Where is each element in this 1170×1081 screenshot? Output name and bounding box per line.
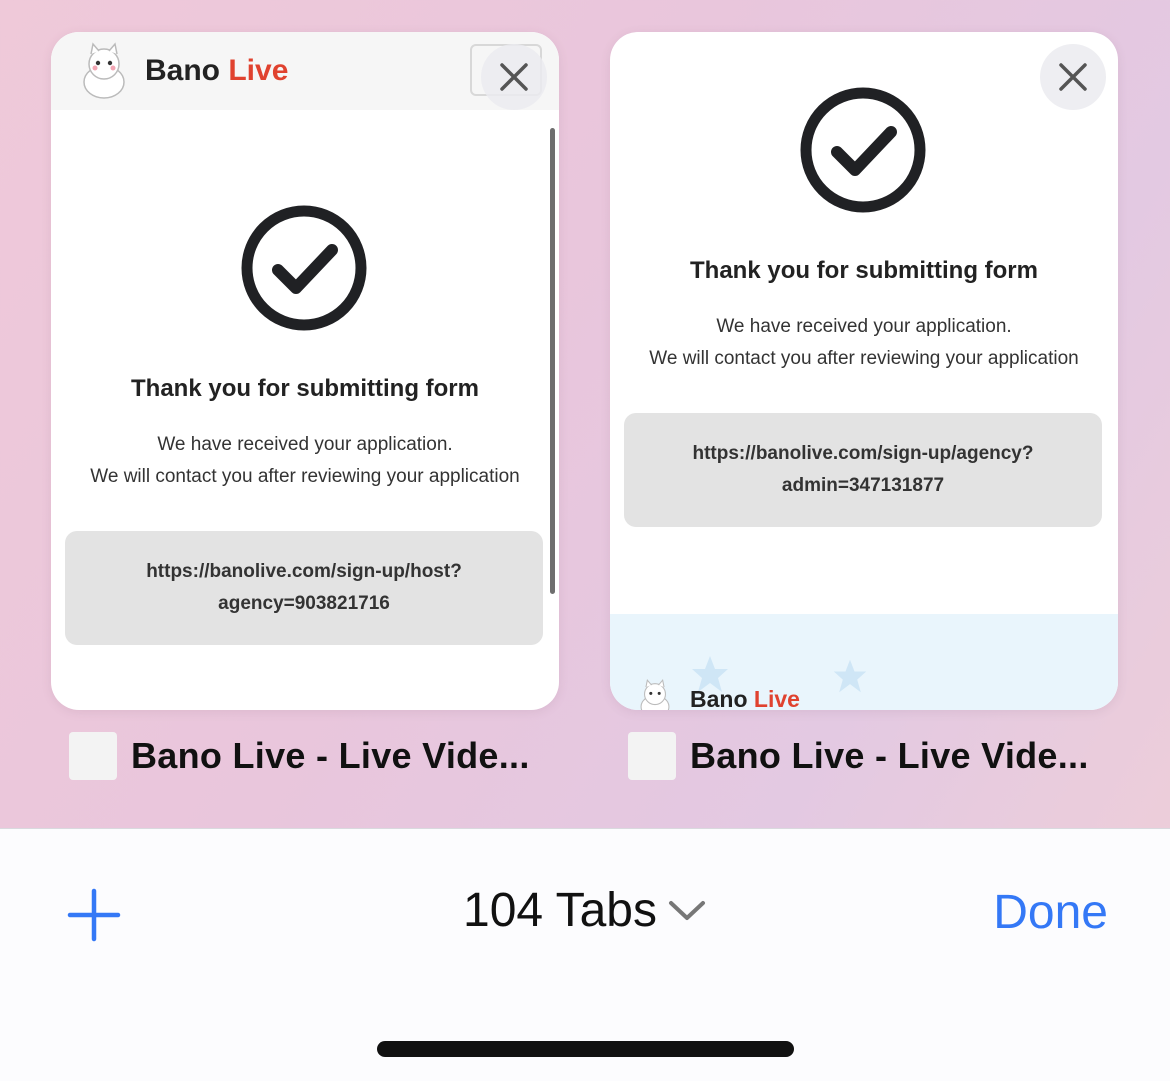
confirmation-heading: Thank you for submitting form [131, 375, 479, 402]
site-logo-text: Bano Live [145, 54, 288, 88]
close-icon [500, 63, 528, 91]
checkmark-circle-icon [241, 205, 367, 331]
site-name-accent: Live [228, 54, 289, 87]
tab-card-1[interactable]: Bano Live Thank you for submitting form … [51, 32, 559, 710]
link-text: https://banolive.com/sign-up/agency? [692, 443, 1034, 464]
tab-switcher-toolbar: 104 Tabs Done [0, 828, 1170, 1081]
message-line: We will contact you after reviewing your… [649, 348, 1079, 369]
tab-label-1[interactable]: Bano Live - Live Vide... [69, 730, 530, 782]
link-text: agency=903821716 [218, 593, 390, 614]
link-text: admin=347131877 [781, 475, 945, 496]
tab-title: Bano Live - Live Vide... [690, 735, 1089, 776]
message-line: We have received your application. [157, 434, 453, 455]
tab-card-2[interactable]: Thank you for submitting form We have re… [610, 32, 1118, 710]
home-indicator [377, 1041, 794, 1057]
cat-logo-icon [640, 679, 670, 710]
tab-title: Bano Live - Live Vide... [131, 735, 530, 776]
link-box: https://banolive.com/sign-up/agency? adm… [624, 413, 1102, 527]
close-tab-button[interactable] [481, 44, 547, 110]
footer-logo-text: Bano Live [690, 686, 800, 710]
message-line: We will contact you after reviewing your… [90, 466, 520, 487]
favicon-icon [628, 732, 676, 780]
favicon-icon [69, 732, 117, 780]
tab-grid: Bano Live Thank you for submitting form … [0, 0, 1170, 828]
checkmark-circle-icon [800, 87, 926, 213]
site-footer: Bano Live [610, 614, 1118, 710]
close-tab-button[interactable] [1040, 44, 1106, 110]
cat-logo-icon [83, 42, 125, 99]
site-name: Bano [145, 54, 220, 87]
message-line: We have received your application. [716, 316, 1012, 337]
confirmation-heading: Thank you for submitting form [690, 257, 1038, 284]
scrollbar [550, 128, 555, 594]
star-decoration-icon [833, 659, 867, 693]
site-name-accent: Live [753, 686, 800, 710]
done-button[interactable]: Done [993, 885, 1108, 940]
site-name: Bano [690, 686, 748, 710]
close-icon [1059, 63, 1087, 91]
link-box: https://banolive.com/sign-up/host? agenc… [65, 531, 543, 645]
link-text: https://banolive.com/sign-up/host? [146, 561, 462, 582]
chevron-down-icon [668, 900, 705, 920]
tab-label-2[interactable]: Bano Live - Live Vide... [628, 730, 1089, 782]
tab-count-label: 104 Tabs [463, 884, 657, 937]
